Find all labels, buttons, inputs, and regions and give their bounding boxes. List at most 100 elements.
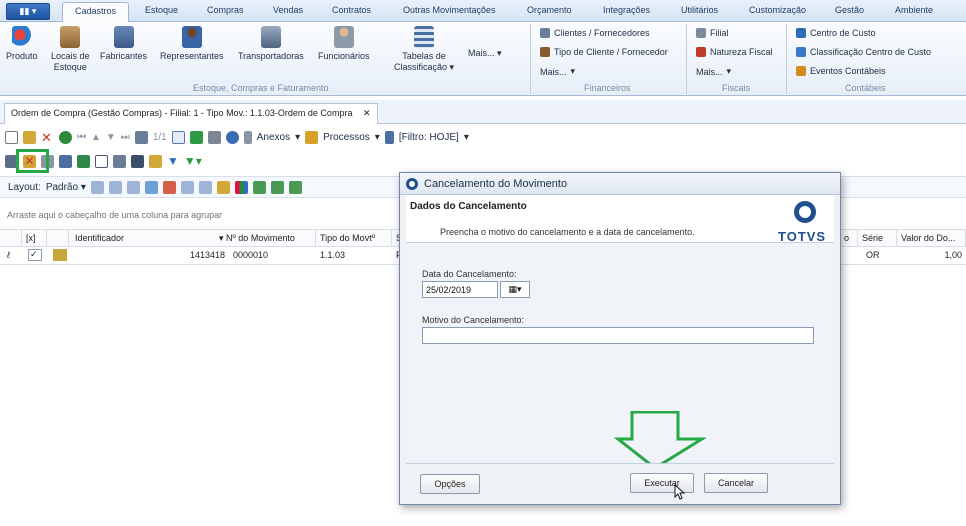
grid-header-numero[interactable]: ▾ Nº do Movimento bbox=[215, 230, 316, 247]
chevron-down-icon[interactable]: ▾ bbox=[375, 132, 380, 143]
tab-vendas[interactable]: Vendas bbox=[273, 5, 303, 15]
app-menu-button[interactable]: ▮▮ ▾ bbox=[6, 3, 50, 20]
funnel-green-icon[interactable]: ▼▾ bbox=[184, 154, 202, 168]
layout-tool-icon[interactable] bbox=[270, 180, 284, 194]
mais-financeiros-button[interactable]: Mais... ▾ bbox=[540, 66, 575, 77]
natureza-fiscal-button[interactable]: Natureza Fiscal bbox=[696, 47, 773, 57]
tab-cadastros[interactable]: Cadastros bbox=[62, 2, 130, 23]
previous-record-icon[interactable]: ▲ bbox=[91, 132, 101, 143]
produto-button[interactable]: Produto bbox=[6, 26, 38, 62]
motivo-label: Motivo do Cancelamento: bbox=[422, 315, 525, 325]
tab-estoque[interactable]: Estoque bbox=[145, 5, 178, 15]
grid-view-icon[interactable] bbox=[171, 130, 185, 144]
grid-header-tipo[interactable]: Tipo do Movtº bbox=[316, 230, 392, 247]
binoculars-icon[interactable] bbox=[134, 130, 148, 144]
layout-tool-icon[interactable] bbox=[144, 180, 158, 194]
truck-icon bbox=[260, 26, 281, 48]
attachment-icon bbox=[243, 130, 252, 144]
layout-select[interactable]: Padrão ▾ bbox=[46, 182, 86, 193]
report-icon[interactable] bbox=[131, 154, 144, 168]
mail-icon[interactable] bbox=[95, 154, 108, 168]
opcoes-button[interactable]: Opções bbox=[420, 474, 480, 494]
eventos-contabeis-button[interactable]: Eventos Contábeis bbox=[796, 66, 886, 76]
edit-icon[interactable] bbox=[23, 130, 36, 144]
tab-utilitarios[interactable]: Utilitários bbox=[681, 5, 718, 15]
funcionarios-button[interactable]: Funcionários bbox=[318, 26, 370, 62]
natureza-label: Natureza Fiscal bbox=[710, 47, 773, 57]
grid-header-valor[interactable]: Valor do Do... bbox=[897, 230, 966, 247]
calendar-dropdown-icon[interactable]: ▦▾ bbox=[500, 281, 530, 298]
report-alt-icon[interactable] bbox=[149, 154, 162, 168]
clients-icon bbox=[540, 28, 550, 38]
representantes-button[interactable]: Representantes bbox=[160, 26, 224, 62]
row-checkbox[interactable]: ✓ bbox=[28, 249, 42, 261]
mais-estoque-button[interactable]: Mais... ▾ bbox=[468, 48, 502, 59]
classificacao-centro-button[interactable]: Classificação Centro de Custo bbox=[796, 47, 931, 57]
people-icon bbox=[181, 26, 202, 48]
events-icon bbox=[796, 66, 806, 76]
tab-outras-movimentacoes[interactable]: Outras Movimentações bbox=[403, 5, 496, 15]
locais-estoque-button[interactable]: Locais de Estoque bbox=[51, 26, 90, 73]
layout-tool-icon[interactable] bbox=[180, 180, 194, 194]
eventos-label: Eventos Contábeis bbox=[810, 66, 886, 76]
new-icon[interactable] bbox=[5, 130, 18, 144]
factory-icon bbox=[113, 26, 134, 48]
clientes-fornecedores-button[interactable]: Clientes / Fornecedores bbox=[540, 28, 650, 38]
tab-ambiente[interactable]: Ambiente bbox=[895, 5, 933, 15]
last-record-icon[interactable]: ⏭ bbox=[121, 132, 130, 143]
grid-header-identificador[interactable]: Identificador bbox=[69, 230, 229, 247]
delete-icon[interactable]: ✕ bbox=[41, 131, 54, 144]
row-status-icon bbox=[53, 249, 67, 261]
processos-menu[interactable]: Processos bbox=[323, 132, 370, 143]
tab-integracoes[interactable]: Integrações bbox=[603, 5, 650, 15]
grid-header-serie[interactable]: Série bbox=[858, 230, 897, 247]
chevron-down-icon[interactable]: ▾ bbox=[464, 132, 469, 143]
motivo-field[interactable] bbox=[422, 327, 814, 344]
layout-tool-icon[interactable] bbox=[90, 180, 104, 194]
grid-header-select[interactable]: [x] bbox=[22, 230, 47, 247]
tab-compras[interactable]: Compras bbox=[207, 5, 244, 15]
list-icon[interactable] bbox=[113, 154, 126, 168]
chart-icon[interactable] bbox=[234, 180, 248, 194]
chevron-down-icon[interactable]: ▾ bbox=[295, 132, 300, 143]
filial-button[interactable]: Filial bbox=[696, 28, 729, 38]
document-tab[interactable]: Ordem de Compra (Gestão Compras) - Filia… bbox=[4, 103, 378, 124]
totvs-logo-icon bbox=[794, 201, 816, 223]
layout-tool-icon[interactable] bbox=[198, 180, 212, 194]
dialog-title-bar[interactable]: Cancelamento do Movimento bbox=[400, 173, 840, 195]
filter-menu[interactable]: [Filtro: HOJE] bbox=[399, 132, 459, 143]
print-icon[interactable] bbox=[207, 130, 221, 144]
tab-customizacao[interactable]: Customização bbox=[749, 5, 806, 15]
mais-fiscais-button[interactable]: Mais... ▾ bbox=[696, 66, 731, 77]
totvs-logo-text: TOTVS bbox=[778, 229, 827, 244]
layout-tool-icon[interactable] bbox=[288, 180, 302, 194]
layout-tool-icon[interactable] bbox=[108, 180, 122, 194]
tipo-cliente-button[interactable]: Tipo de Cliente / Fornecedor bbox=[540, 47, 668, 57]
grid-header-o[interactable]: o bbox=[840, 230, 858, 247]
first-record-icon[interactable]: ⏮ bbox=[77, 132, 86, 143]
tab-contratos[interactable]: Contratos bbox=[332, 5, 371, 15]
layout-tool-icon[interactable] bbox=[252, 180, 266, 194]
fabricantes-button[interactable]: Fabricantes bbox=[100, 26, 147, 62]
transfer-icon[interactable] bbox=[59, 154, 72, 168]
next-record-icon[interactable]: ▼ bbox=[106, 132, 116, 143]
tabelas-classificacao-button[interactable]: Tabelas de Classificação ▾ bbox=[394, 26, 454, 73]
anexos-menu[interactable]: Anexos bbox=[257, 132, 290, 143]
tab-orcamento[interactable]: Orçamento bbox=[527, 5, 572, 15]
run-icon[interactable] bbox=[189, 130, 203, 144]
close-tab-icon[interactable]: ✕ bbox=[363, 108, 371, 118]
tab-gestao[interactable]: Gestão bbox=[835, 5, 864, 15]
transportadoras-button[interactable]: Transportadoras bbox=[238, 26, 304, 62]
layout-tool-icon[interactable] bbox=[162, 180, 176, 194]
date-field[interactable]: 25/02/2019 bbox=[422, 281, 498, 298]
page-counter: 1/1 bbox=[152, 131, 167, 143]
funnel-icon[interactable]: ▼ bbox=[167, 154, 179, 168]
zoom-icon[interactable] bbox=[225, 130, 239, 144]
refresh-icon[interactable] bbox=[59, 130, 72, 144]
fiscal-icon bbox=[696, 47, 706, 57]
layout-tool-icon[interactable] bbox=[126, 180, 140, 194]
centro-custo-button[interactable]: Centro de Custo bbox=[796, 28, 876, 38]
cancelar-button[interactable]: Cancelar bbox=[704, 473, 768, 493]
layout-tool-icon[interactable] bbox=[216, 180, 230, 194]
document-icon[interactable] bbox=[77, 154, 90, 168]
